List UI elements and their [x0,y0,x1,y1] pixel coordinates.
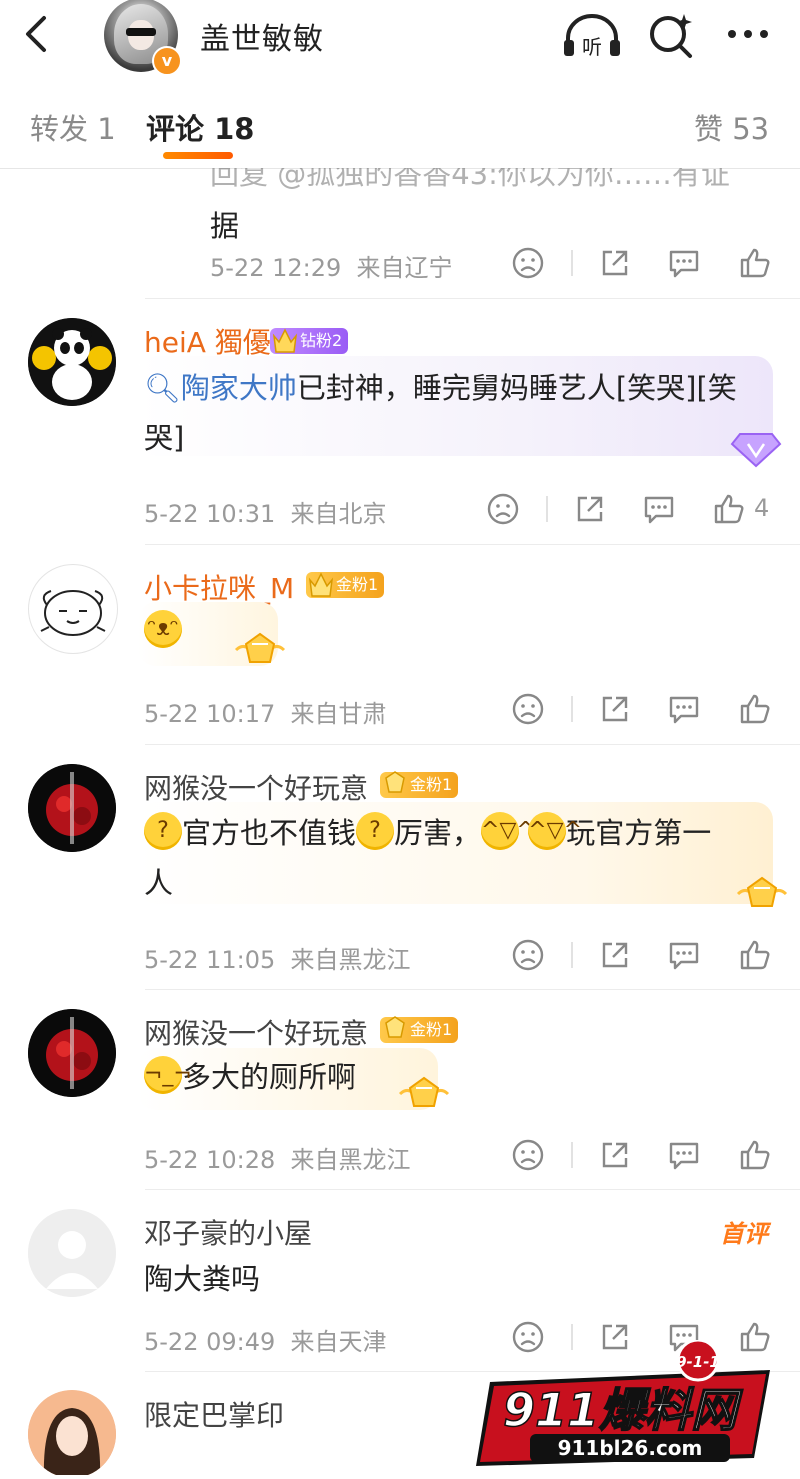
dislike-icon[interactable] [486,492,520,526]
avatar[interactable] [28,1009,116,1097]
divider [145,989,800,990]
avatar[interactable] [28,764,116,852]
comment-list[interactable]: 回复 @孤独的香香43:你以为你……有证 据 5-22 12:29 来自辽宁 h… [0,168,800,1475]
reply-icon[interactable] [667,1138,701,1172]
like-icon[interactable] [738,246,772,280]
share-icon[interactable] [598,938,632,972]
svg-text:听: 听 [582,35,602,59]
divider [571,942,573,968]
divider [145,298,800,299]
watermark-badge: 9-1-1 [676,1353,720,1371]
diamond-decoration-icon [730,426,782,472]
active-tab-indicator [163,152,233,159]
watermark-logo: 9-1-1 911爆料网 911bl26.com [470,1338,790,1475]
tab-likes[interactable]: 赞 53 [694,106,769,148]
divider [546,496,548,522]
like-icon[interactable] [738,938,772,972]
username[interactable]: heiA 獨優 [144,321,271,361]
comment-text: 🔍︎陶家大帅已封神，睡完舅妈睡艺人[笑哭][笑 哭] [144,371,737,455]
username[interactable]: 小卡拉咪_M [144,567,294,607]
laugh-cry-emoji-icon: ^▽^ [528,812,582,850]
comment-text: ¬_¬ 多大的厕所啊 [144,1052,356,1102]
divider [145,744,800,745]
fan-badge: 金粉1 [306,572,385,598]
comment-meta: 5-22 10:28 来自黑龙江 [144,1146,411,1174]
share-icon[interactable] [598,246,632,280]
share-icon[interactable] [598,692,632,726]
divider [571,696,573,722]
tab-bar: 转发 1 评论 18 赞 53 [0,78,800,169]
reply-icon[interactable] [667,692,701,726]
watermark-brand: 911爆料网 [503,1383,743,1437]
skeptical-emoji-icon: ¬_¬ [144,1056,192,1094]
more-icon[interactable] [722,10,782,60]
avatar[interactable] [28,318,116,406]
username[interactable]: 邓子豪的小屋 [144,1212,312,1252]
tab-comments[interactable]: 评论 18 [146,106,254,148]
dislike-icon[interactable] [511,692,545,726]
back-icon[interactable] [18,14,58,54]
laugh-cry-emoji-icon: ^▽^ [481,812,535,850]
divider [145,544,800,545]
listen-icon[interactable]: 听 [562,10,622,60]
avatar[interactable] [28,564,118,654]
tab-reposts[interactable]: 转发 1 [30,106,116,148]
like-icon[interactable] [712,492,746,526]
grin-emoji-icon: ᵔᴥᵔ [144,610,182,648]
fan-badge: 钻粉2 [270,328,349,354]
like-icon[interactable] [738,692,772,726]
avatar[interactable] [28,1209,116,1297]
dislike-icon[interactable] [511,246,545,280]
reply-icon[interactable] [667,246,701,280]
divider [571,1142,573,1168]
reply-icon[interactable] [667,938,701,972]
share-icon[interactable] [598,1138,632,1172]
username[interactable]: 网猴没一个好玩意 [144,767,368,807]
comment-text-clipped: 回复 @孤独的香香43:你以为你……有证 据 [210,168,730,243]
like-count: 4 [754,494,770,522]
comment-text: 陶大粪吗 [144,1262,261,1296]
gold-badge-decoration-icon [396,1072,452,1120]
fan-badge: 金粉1 [380,771,459,798]
reply-icon[interactable] [642,492,676,526]
comment-text: ᵔᴥᵔ [144,606,182,656]
username[interactable]: 限定巴掌印 [144,1394,284,1434]
comment-meta: 5-22 12:29 来自辽宁 [210,254,453,282]
star-badge-icon [385,1016,405,1038]
topic-link[interactable]: 🔍︎陶家大帅 [144,371,297,405]
divider [571,250,573,276]
comment-meta: 5-22 09:49 来自天津 [144,1328,387,1356]
poster-name[interactable]: 盖世敏敏 [200,14,324,58]
fan-badge: 金粉1 [380,1016,459,1043]
comment-text: ? 官方也不值钱? 厉害， ^▽^ ^▽^ 玩官方第一 人 [144,808,774,908]
avatar[interactable] [28,1390,116,1475]
search-sparkle-icon[interactable] [644,10,704,60]
dislike-icon[interactable] [511,1138,545,1172]
watermark-url: 911bl26.com [558,1436,703,1460]
username[interactable]: 网猴没一个好玩意 [144,1012,368,1052]
dislike-icon[interactable] [511,938,545,972]
comment-meta: 5-22 11:05 来自黑龙江 [144,946,411,974]
first-comment-tag: 首评 [720,1220,768,1248]
gold-badge-decoration-icon [734,872,790,920]
top-bar: v 盖世敏敏 听 [0,0,800,78]
share-icon[interactable] [573,492,607,526]
divider [145,1189,800,1190]
crown-icon [272,328,298,353]
comment-meta: 5-22 10:31 来自北京 [144,500,387,528]
gold-badge-decoration-icon [232,628,288,676]
like-icon[interactable] [738,1138,772,1172]
comment-meta: 5-22 10:17 来自甘肃 [144,700,387,728]
verified-badge-icon: v [152,46,182,76]
puzzled-emoji-icon: ? [144,812,182,850]
puzzled-emoji-icon: ? [356,812,395,850]
crown-icon [308,572,334,597]
star-badge-icon [385,771,405,793]
